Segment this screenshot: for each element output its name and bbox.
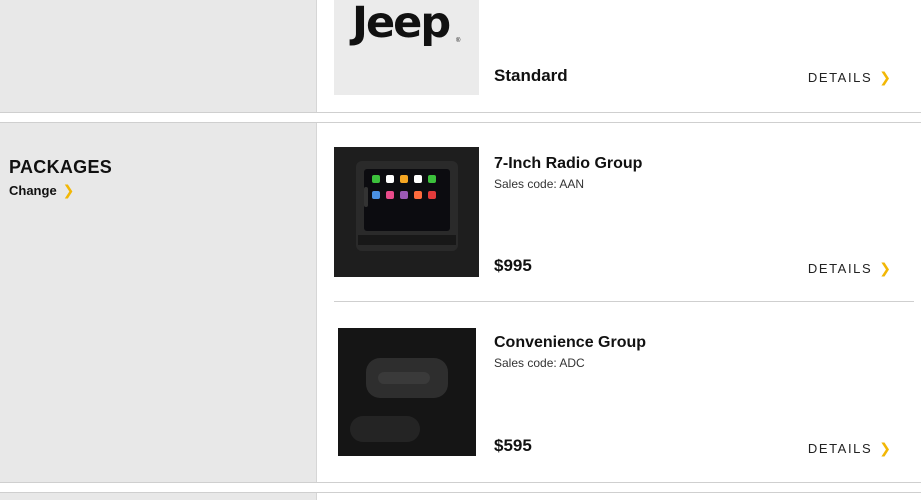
package-price: $595 bbox=[494, 436, 532, 455]
chevron-right-icon: ❯ bbox=[879, 69, 891, 85]
jeep-logo: Jeep bbox=[352, 0, 451, 48]
chevron-right-icon: ❯ bbox=[879, 260, 891, 276]
app-icon bbox=[400, 175, 408, 183]
standard-left-panel bbox=[0, 0, 317, 112]
next-section-row bbox=[317, 493, 921, 500]
standard-details-link[interactable]: DETAILS ❯ bbox=[808, 69, 891, 86]
package-sales-code: Sales code: ADC bbox=[494, 356, 585, 370]
package-name: 7-Inch Radio Group bbox=[494, 155, 643, 172]
packages-title: PACKAGES bbox=[9, 157, 113, 177]
app-icon bbox=[386, 175, 394, 183]
package-details-link[interactable]: DETAILS ❯ bbox=[808, 440, 891, 457]
registered-mark-icon: ® bbox=[456, 38, 461, 44]
item-divider bbox=[334, 301, 914, 302]
details-label: DETAILS bbox=[807, 441, 873, 456]
app-icon bbox=[386, 191, 394, 199]
chevron-right-icon: ❯ bbox=[879, 440, 891, 456]
app-icon bbox=[414, 191, 422, 199]
radio-group-image bbox=[334, 147, 479, 277]
package-details-link[interactable]: DETAILS ❯ bbox=[808, 260, 891, 277]
package-name: Convenience Group bbox=[494, 334, 647, 351]
section-divider bbox=[0, 112, 921, 113]
chevron-right-icon: ❯ bbox=[62, 182, 75, 198]
app-icon bbox=[428, 191, 436, 199]
packages-list: 7-Inch Radio Group Sales code: AAN $995 … bbox=[317, 123, 921, 483]
app-icon bbox=[428, 175, 436, 183]
lower-console bbox=[350, 416, 420, 442]
app-icon bbox=[372, 191, 380, 199]
packages-left-panel: PACKAGES Change ❯ bbox=[0, 123, 317, 483]
details-label: DETAILS bbox=[807, 70, 873, 85]
jeep-logo-image: Jeep ® bbox=[334, 0, 479, 95]
app-icon bbox=[400, 191, 408, 199]
radio-screen bbox=[364, 169, 450, 231]
standard-row: Jeep ® Standard DETAILS ❯ bbox=[317, 0, 921, 112]
package-sales-code: Sales code: AAN bbox=[494, 177, 585, 191]
app-icon bbox=[414, 175, 422, 183]
console-buttons bbox=[378, 372, 430, 384]
radio-controls bbox=[358, 235, 456, 245]
sidebar-strip bbox=[364, 187, 368, 207]
change-label: Change bbox=[9, 183, 57, 198]
convenience-group-image bbox=[338, 328, 476, 456]
phone-app-icon bbox=[372, 175, 380, 183]
change-packages-link[interactable]: Change ❯ bbox=[9, 182, 74, 199]
details-label: DETAILS bbox=[807, 261, 873, 276]
standard-label: Standard bbox=[494, 66, 568, 85]
next-section-left-panel bbox=[0, 493, 317, 500]
package-price: $995 bbox=[494, 256, 532, 275]
section-divider bbox=[0, 482, 921, 483]
